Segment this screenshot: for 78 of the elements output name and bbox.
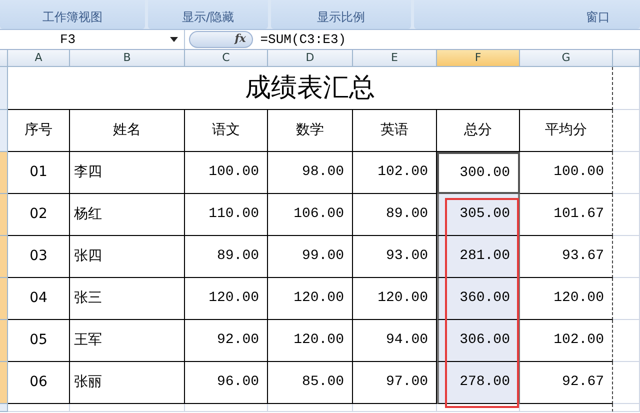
table-cell: 05 [8,320,70,362]
column-header[interactable]: E [353,50,437,67]
table-cell: 93.67 [520,236,613,278]
row-header[interactable] [0,278,8,320]
table-cell: 张四 [70,236,185,278]
table-cell: 杨红 [70,194,185,236]
column-header[interactable]: C [185,50,268,67]
table-cell: 278.00 [437,362,520,404]
table-cell: 04 [8,278,70,320]
column-header[interactable]: A [8,50,70,67]
table-cell: 120.00 [520,278,613,320]
ribbon-group-label: 工作簿视图 [0,0,145,29]
grid-cell [613,320,640,362]
grid-cell [613,362,640,404]
column-heading: 平均分 [520,110,613,152]
table-cell: 110.00 [185,194,268,236]
column-header[interactable]: D [268,50,353,67]
table-cell: 92.67 [520,362,613,404]
table-cell: 102.00 [520,320,613,362]
column-header[interactable]: G [520,50,613,67]
row-header[interactable] [0,194,8,236]
table-cell: 张三 [70,278,185,320]
column-heading: 姓名 [70,110,185,152]
row-header[interactable] [0,320,8,362]
table-cell: 305.00 [437,194,520,236]
column-header[interactable]: F [437,50,520,67]
column-heading: 英语 [353,110,437,152]
ribbon-group-label: 窗口 [414,0,640,29]
table-cell: 102.00 [353,152,437,194]
grid-cell [613,194,640,236]
row-header[interactable] [0,404,8,412]
grid-cell [613,152,640,194]
column-heading: 序号 [8,110,70,152]
table-cell: 300.00 [437,152,520,194]
row-header[interactable] [0,362,8,404]
table-cell: 120.00 [268,278,353,320]
row-header[interactable] [0,67,8,110]
row-header[interactable] [0,110,8,152]
table-cell: 03 [8,236,70,278]
table-cell: 120.00 [185,278,268,320]
row-header[interactable] [0,236,8,278]
grid-cell [613,110,640,152]
grid-cell [613,67,640,110]
grid-cell [613,236,640,278]
column-header[interactable]: B [70,50,185,67]
table-cell: 281.00 [437,236,520,278]
table-cell: 306.00 [437,320,520,362]
row-header[interactable] [0,152,8,194]
grid-cell [613,278,640,320]
table-cell: 李四 [70,152,185,194]
table-cell: 92.00 [185,320,268,362]
table-cell: 02 [8,194,70,236]
table-cell: 89.00 [185,236,268,278]
table-cell: 06 [8,362,70,404]
table-cell: 张丽 [70,362,185,404]
table-cell: 96.00 [185,362,268,404]
ribbon-group-label: 显示比例 [271,0,411,29]
table-cell: 98.00 [268,152,353,194]
column-heading: 语文 [185,110,268,152]
table-cell: 106.00 [268,194,353,236]
column-heading: 总分 [437,110,520,152]
table-cell: 100.00 [520,152,613,194]
table-cell: 101.67 [520,194,613,236]
column-heading: 数学 [268,110,353,152]
table-cell: 360.00 [437,278,520,320]
table-cell: 01 [8,152,70,194]
table-cell: 王军 [70,320,185,362]
sheet-title: 成绩表汇总 [8,67,613,110]
table-cell: 85.00 [268,362,353,404]
select-all-corner[interactable] [0,50,8,67]
ribbon-group-label: 显示/隐藏 [148,0,268,29]
table-cell: 120.00 [268,320,353,362]
column-header[interactable] [613,50,640,67]
name-box[interactable]: F3 [0,30,185,49]
table-cell: 100.00 [185,152,268,194]
table-cell: 99.00 [268,236,353,278]
function-button[interactable]: fx [189,31,253,48]
dropdown-icon[interactable] [170,37,178,42]
